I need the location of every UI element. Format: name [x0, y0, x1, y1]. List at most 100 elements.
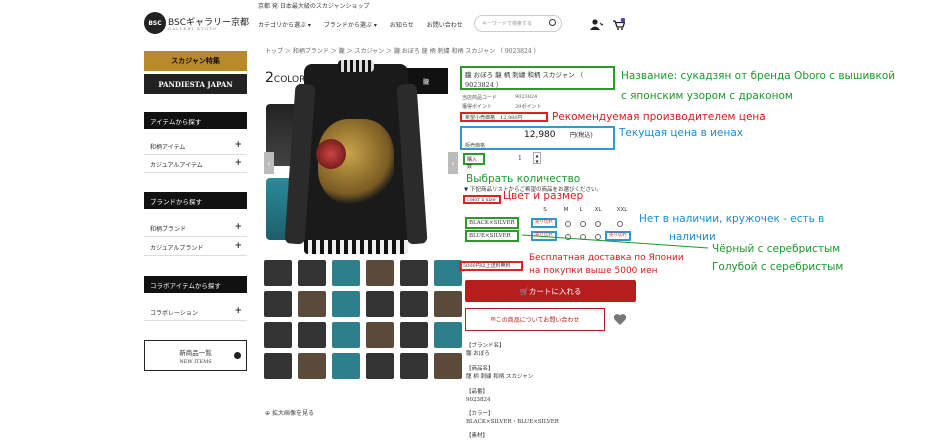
- thumbnail[interactable]: [264, 322, 292, 348]
- desc-code: 9023824: [466, 397, 491, 403]
- contact-button-label: この商品についてお問い合わせ: [495, 317, 580, 324]
- thumbnail[interactable]: [400, 353, 428, 379]
- annotation-name-2: с японским узором с драконом: [621, 90, 793, 102]
- stock-radio[interactable]: [617, 221, 623, 227]
- sidebar-item-casual[interactable]: カジュアルアイテム +: [144, 155, 247, 173]
- thumbnail[interactable]: [298, 291, 326, 317]
- size-header: S M L XL XXL: [532, 207, 636, 213]
- size-m: M: [563, 207, 569, 213]
- nav-news[interactable]: お知らせ: [390, 20, 414, 29]
- stock-radio[interactable]: [595, 221, 601, 227]
- new-items-sub: NEW ITEMS: [179, 359, 212, 365]
- size-xxl: XXL: [616, 207, 628, 213]
- add-to-cart-button[interactable]: 🛒 カートに入れる: [465, 280, 636, 302]
- sidebar-heading-brands: ブランドから探す: [144, 192, 247, 209]
- thumbnail[interactable]: [366, 322, 394, 348]
- banner-pandiesta[interactable]: PANDIESTA JAPAN: [144, 74, 247, 94]
- nav-category[interactable]: カテゴリから選ぶ ▾: [258, 20, 311, 29]
- annotation-shipping-1: Бесплатная доставка по Японии: [529, 253, 684, 263]
- sidebar-item-casual-brand[interactable]: カジュアルブランド +: [144, 238, 247, 256]
- cart-icon[interactable]: [612, 18, 625, 31]
- nav-brand[interactable]: ブランドから選ぶ ▾: [324, 20, 377, 29]
- user-icon[interactable]: [590, 19, 603, 30]
- annotation-shipping-2: на покупки выше 5000 иен: [529, 266, 658, 276]
- search-input[interactable]: キーワードで検索する: [474, 15, 562, 32]
- quantity-label: 購入数: [463, 153, 485, 170]
- thumbnail[interactable]: [400, 260, 428, 286]
- desc-color: BLACK×SILVER・BLUE×SILVER: [466, 419, 559, 425]
- thumbnail[interactable]: [434, 291, 462, 317]
- site-logo[interactable]: BSC BSCギャラリー京都 GALLERY KYOTO: [144, 12, 249, 34]
- annotation-price: Текущая цена в иенах: [619, 127, 743, 139]
- arrow-icon: [234, 352, 241, 359]
- thumbnail[interactable]: [434, 353, 462, 379]
- main-nav: カテゴリから選ぶ ▾ ブランドから選ぶ ▾ お知らせ お問い合わせ: [258, 20, 463, 29]
- thumbnail[interactable]: [264, 260, 292, 286]
- thumbnail[interactable]: [366, 260, 394, 286]
- new-items-button[interactable]: 新商品一覧 NEW ITEMS: [144, 340, 247, 371]
- prev-arrow-icon[interactable]: ‹: [264, 152, 274, 174]
- plus-icon: +: [234, 140, 242, 150]
- stock-radio[interactable]: [565, 234, 571, 240]
- stock-radio[interactable]: [565, 221, 571, 227]
- sidebar-item-label: カジュアルアイテム: [150, 162, 203, 169]
- search-icon[interactable]: [549, 19, 556, 26]
- zoom-link[interactable]: ⊕ 拡大画像を見る: [265, 408, 314, 417]
- logo-sub: GALLERY KYOTO: [168, 26, 217, 31]
- thumbnail[interactable]: [400, 322, 428, 348]
- thumbnail[interactable]: [434, 322, 462, 348]
- variant-blue-silver: BLUE×SILVER: [465, 230, 519, 242]
- thumbnail[interactable]: [264, 353, 292, 379]
- heart-icon[interactable]: [613, 313, 627, 326]
- sold-out-cell: 売り切れ: [531, 218, 557, 228]
- top-tagline: 京都 発 日本最大級のスカジャンショップ: [258, 3, 370, 10]
- thumbnail[interactable]: [366, 353, 394, 379]
- thumbnail[interactable]: [298, 260, 326, 286]
- sidebar-item-label: カジュアルブランド: [150, 245, 204, 252]
- desc-name-heading: 【商品名】: [466, 366, 494, 372]
- stock-radio[interactable]: [580, 221, 586, 227]
- stock-radio[interactable]: [580, 234, 586, 240]
- size-s: S: [543, 207, 547, 213]
- zoom-icon: ⊕: [265, 410, 272, 417]
- sidebar-item-wagara[interactable]: 和柄アイテム +: [144, 137, 247, 155]
- sidebar-item-wagara-brand[interactable]: 和柄ブランド +: [144, 219, 247, 237]
- annotation-variant-1: Чёрный с серебристым: [712, 243, 841, 255]
- contact-button[interactable]: ✉ この商品についてお問い合わせ: [465, 308, 605, 331]
- nav-contact[interactable]: お問い合わせ: [427, 20, 463, 29]
- sidebar-heading-items: アイテムから探す: [144, 112, 247, 129]
- thumbnail[interactable]: [298, 322, 326, 348]
- next-arrow-icon[interactable]: ›: [448, 152, 458, 174]
- banner-sukajan[interactable]: スカジャン特集: [144, 51, 247, 71]
- size-l: L: [579, 207, 583, 213]
- plus-icon: +: [234, 222, 242, 232]
- thumbnail[interactable]: [298, 353, 326, 379]
- quantity-input[interactable]: 1: [518, 155, 522, 162]
- price-tax-label: 円(税込): [570, 132, 593, 139]
- annotation-stock-2: наличии: [669, 231, 716, 243]
- breadcrumb: トップ ＞ 和柄ブランド ＞ 朧 ＞ スカジャン ＞ 朧 おぼろ 龍 柄 刺繍 …: [265, 48, 540, 55]
- desc-brand: 朧 おぼろ: [466, 351, 490, 357]
- sidebar-item-label: 和柄ブランド: [150, 226, 187, 233]
- thumbnail[interactable]: [332, 353, 360, 379]
- current-price: 12,980: [524, 130, 556, 140]
- stock-radio[interactable]: [595, 234, 601, 240]
- thumbnail[interactable]: [366, 291, 394, 317]
- thumbnail[interactable]: [332, 322, 360, 348]
- annotation-stock-1: Нет в наличии, кружочек - есть в: [639, 213, 825, 225]
- size-xl: XL: [594, 207, 602, 213]
- thumbnail[interactable]: [434, 260, 462, 286]
- search-placeholder: キーワードで検索する: [482, 21, 533, 27]
- quantity-stepper[interactable]: ▲ ▼: [533, 152, 541, 164]
- thumbnail[interactable]: [332, 260, 360, 286]
- thumbnail[interactable]: [400, 291, 428, 317]
- product-code-label: 当店商品コード: [462, 95, 498, 101]
- color-count: 2: [265, 70, 274, 86]
- main-product-image[interactable]: [284, 60, 428, 254]
- new-items-title: 新商品一覧: [179, 349, 212, 357]
- logo-mark: BSC: [144, 12, 166, 34]
- sidebar-item-collab[interactable]: コラボレーション +: [144, 303, 247, 321]
- thumbnail[interactable]: [332, 291, 360, 317]
- sidebar-heading-collab: コラボアイテムから探す: [144, 276, 247, 293]
- thumbnail[interactable]: [264, 291, 292, 317]
